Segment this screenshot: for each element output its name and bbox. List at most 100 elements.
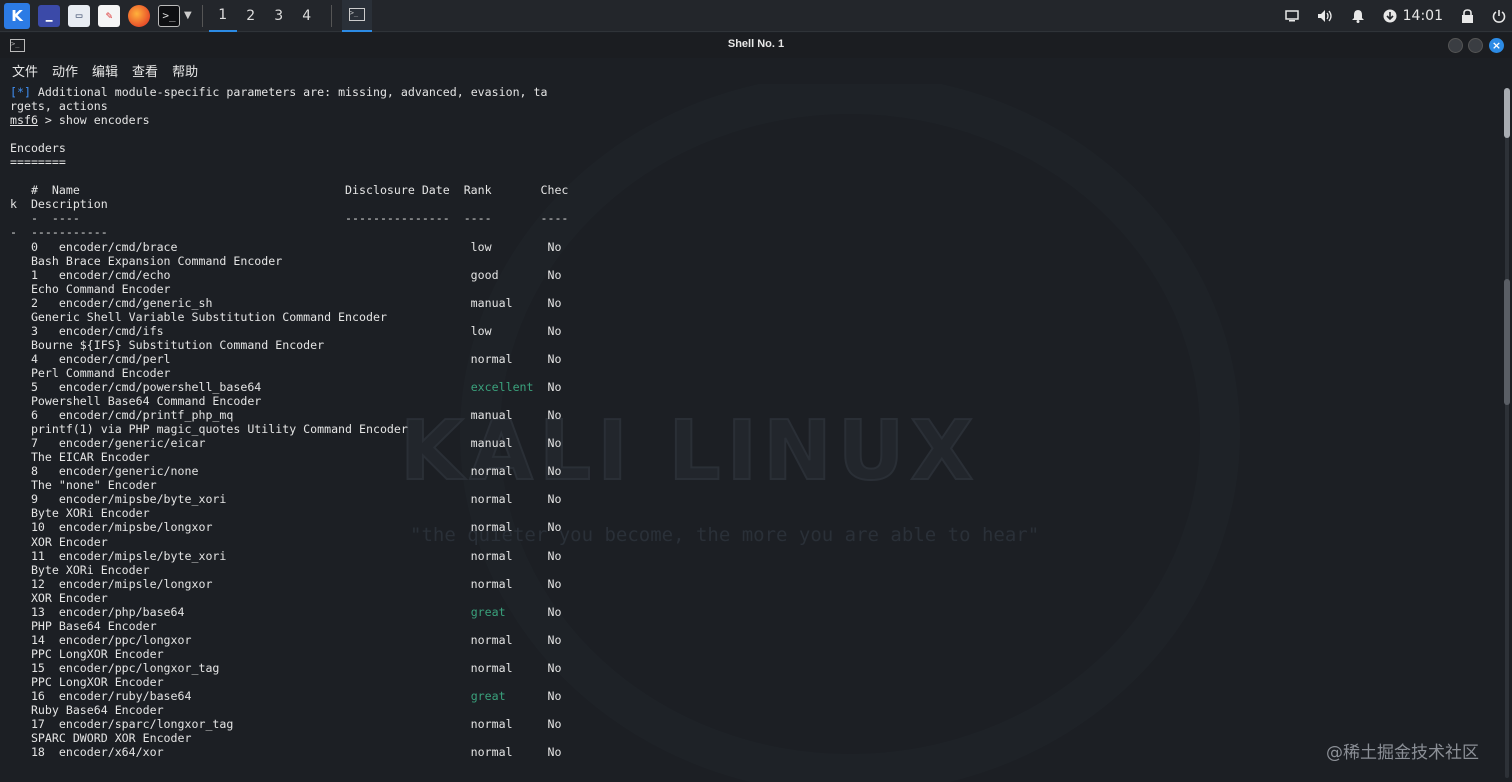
terminal-text: Generic Shell Variable Substitution Comm… <box>10 309 387 324</box>
kali-menu-icon[interactable]: K <box>4 2 30 29</box>
menu-view[interactable]: 查看 <box>132 61 158 80</box>
terminal-line: Ruby Base64 Encoder <box>10 703 568 717</box>
terminal-text: 4 encoder/cmd/perl normal No <box>10 351 562 366</box>
terminal-text: 16 encoder/ruby/base64 <box>10 689 471 704</box>
terminal-text: 9 encoder/mipsbe/byte_xori normal No <box>10 492 562 507</box>
terminal-text: 18 encoder/x64/xor normal No <box>10 745 562 760</box>
power-icon[interactable] <box>1492 9 1506 23</box>
terminal-line: PHP Base64 Encoder <box>10 619 568 633</box>
terminal-text: rgets, actions <box>10 99 108 114</box>
terminal-window-button[interactable]: >_ <box>341 0 372 32</box>
terminal-text: PPC LongXOR Encoder <box>10 674 164 689</box>
terminal-line: printf(1) via PHP magic_quotes Utility C… <box>10 422 568 436</box>
terminal-lines: [*] Additional module-specific parameter… <box>10 85 568 759</box>
lock-icon[interactable] <box>1461 9 1474 23</box>
terminal-output[interactable]: KALI LINUX "the quieter you become, the … <box>0 84 1502 782</box>
workspace-3[interactable]: 3 <box>265 0 293 32</box>
terminal-line: Bash Brace Expansion Command Encoder <box>10 254 568 268</box>
terminal-text: 1 encoder/cmd/echo good No <box>10 267 562 282</box>
terminal-icon[interactable]: >_ <box>158 4 180 27</box>
file-manager-icon[interactable]: ▭ <box>68 4 90 27</box>
taskbar-launchers: K ▁ ▭ ✎ >_ ▼ 1 2 3 4 >_ <box>0 0 372 32</box>
terminal-line: SPARC DWORD XOR Encoder <box>10 731 568 745</box>
terminal-line: 4 encoder/cmd/perl normal No <box>10 352 568 366</box>
desktop-icon[interactable]: ▁ <box>38 4 60 27</box>
terminal-line: 3 encoder/cmd/ifs low No <box>10 324 568 338</box>
workspace-1[interactable]: 1 <box>208 0 237 32</box>
text-editor-icon[interactable]: ✎ <box>98 4 120 27</box>
terminal-line: 13 encoder/php/base64 great No <box>10 605 568 619</box>
clock[interactable]: 14:01 <box>1403 8 1443 24</box>
menu-help[interactable]: 帮助 <box>172 61 198 80</box>
terminal-line: 15 encoder/ppc/longxor_tag normal No <box>10 661 568 675</box>
terminal-line: 2 encoder/cmd/generic_sh manual No <box>10 296 568 310</box>
terminal-text: Byte XORi Encoder <box>10 562 150 577</box>
terminal-text: 11 encoder/mipsle/byte_xori normal No <box>10 548 562 563</box>
terminal-text: The "none" Encoder <box>10 478 157 493</box>
chevron-down-icon[interactable]: ▼ <box>184 10 192 21</box>
terminal-text: 3 encoder/cmd/ifs low No <box>10 323 562 338</box>
terminal-text: Additional module-specific parameters ar… <box>30 85 548 99</box>
terminal-line: - ---- --------------- ---- ---- <box>10 211 568 225</box>
system-tray: 14:01 <box>1267 0 1506 32</box>
workspace-2[interactable]: 2 <box>237 0 265 32</box>
workspace-label: 4 <box>302 7 312 24</box>
window-titlebar[interactable]: >_ Shell No. 1 × <box>0 33 1512 58</box>
display-icon[interactable] <box>1284 10 1299 22</box>
terminal-line: 7 encoder/generic/eicar manual No <box>10 436 568 450</box>
terminal-text: ======== <box>10 155 66 170</box>
maximize-button[interactable] <box>1468 38 1483 53</box>
terminal-text: PPC LongXOR Encoder <box>10 646 164 661</box>
terminal-text: XOR Encoder <box>10 534 108 549</box>
terminal-line: 5 encoder/cmd/powershell_base64 excellen… <box>10 380 568 394</box>
terminal-line: 14 encoder/ppc/longxor normal No <box>10 633 568 647</box>
terminal-line: Encoders <box>10 141 568 155</box>
window-title: Shell No. 1 <box>727 38 785 50</box>
firefox-icon[interactable] <box>128 4 150 27</box>
terminal-text: - ----------- <box>10 225 108 240</box>
terminal-text: Encoders <box>10 141 66 156</box>
terminal-scrollbar[interactable] <box>1502 84 1512 782</box>
terminal-text: great <box>470 604 506 619</box>
terminal-text: printf(1) via PHP magic_quotes Utility C… <box>10 422 408 437</box>
volume-icon[interactable] <box>1317 9 1333 23</box>
update-icon[interactable] <box>1383 9 1397 23</box>
terminal-line: Echo Command Encoder <box>10 282 568 296</box>
terminal-text: 13 encoder/php/base64 <box>10 604 471 619</box>
terminal-text: Echo Command Encoder <box>10 281 171 296</box>
terminal-text: SPARC DWORD XOR Encoder <box>10 731 192 746</box>
terminal-text: No <box>505 604 562 619</box>
minimize-button[interactable] <box>1448 38 1463 53</box>
menu-bar: 文件 动作 编辑 查看 帮助 <box>0 58 1512 82</box>
terminal-line: Bourne ${IFS} Substitution Command Encod… <box>10 338 568 352</box>
terminal-line: - ----------- <box>10 225 568 239</box>
workspace-label: 3 <box>274 7 284 24</box>
terminal-line: 12 encoder/mipsle/longxor normal No <box>10 577 568 591</box>
close-button[interactable]: × <box>1489 38 1504 53</box>
terminal-line: 17 encoder/sparc/longxor_tag normal No <box>10 717 568 731</box>
workspace-4[interactable]: 4 <box>293 0 321 32</box>
terminal-line: XOR Encoder <box>10 535 568 549</box>
terminal-line: k Description <box>10 197 568 211</box>
terminal-text: 2 encoder/cmd/generic_sh manual No <box>10 295 562 310</box>
terminal-text: # Name Disclosure Date Rank Chec <box>10 183 569 198</box>
terminal-text: > show encoders <box>37 113 150 128</box>
terminal-text: No <box>505 689 562 704</box>
terminal-line: XOR Encoder <box>10 591 568 605</box>
terminal-text: XOR Encoder <box>10 590 108 605</box>
menu-file[interactable]: 文件 <box>12 61 38 80</box>
menu-edit[interactable]: 编辑 <box>92 61 118 80</box>
terminal-line: rgets, actions <box>10 99 568 113</box>
terminal-line: PPC LongXOR Encoder <box>10 675 568 689</box>
terminal-text: [*] <box>10 85 31 99</box>
scroll-thumb[interactable] <box>1504 88 1510 138</box>
terminal-text: 17 encoder/sparc/longxor_tag normal No <box>10 717 562 732</box>
menu-actions[interactable]: 动作 <box>52 61 78 80</box>
bell-icon[interactable] <box>1351 9 1365 23</box>
terminal-line: 6 encoder/cmd/printf_php_mq manual No <box>10 408 568 422</box>
taskbar: K ▁ ▭ ✎ >_ ▼ 1 2 3 4 >_ 14:01 <box>0 0 1512 32</box>
terminal-text: Ruby Base64 Encoder <box>10 703 164 718</box>
terminal-text: 15 encoder/ppc/longxor_tag normal No <box>10 660 562 675</box>
terminal-line: Perl Command Encoder <box>10 366 568 380</box>
